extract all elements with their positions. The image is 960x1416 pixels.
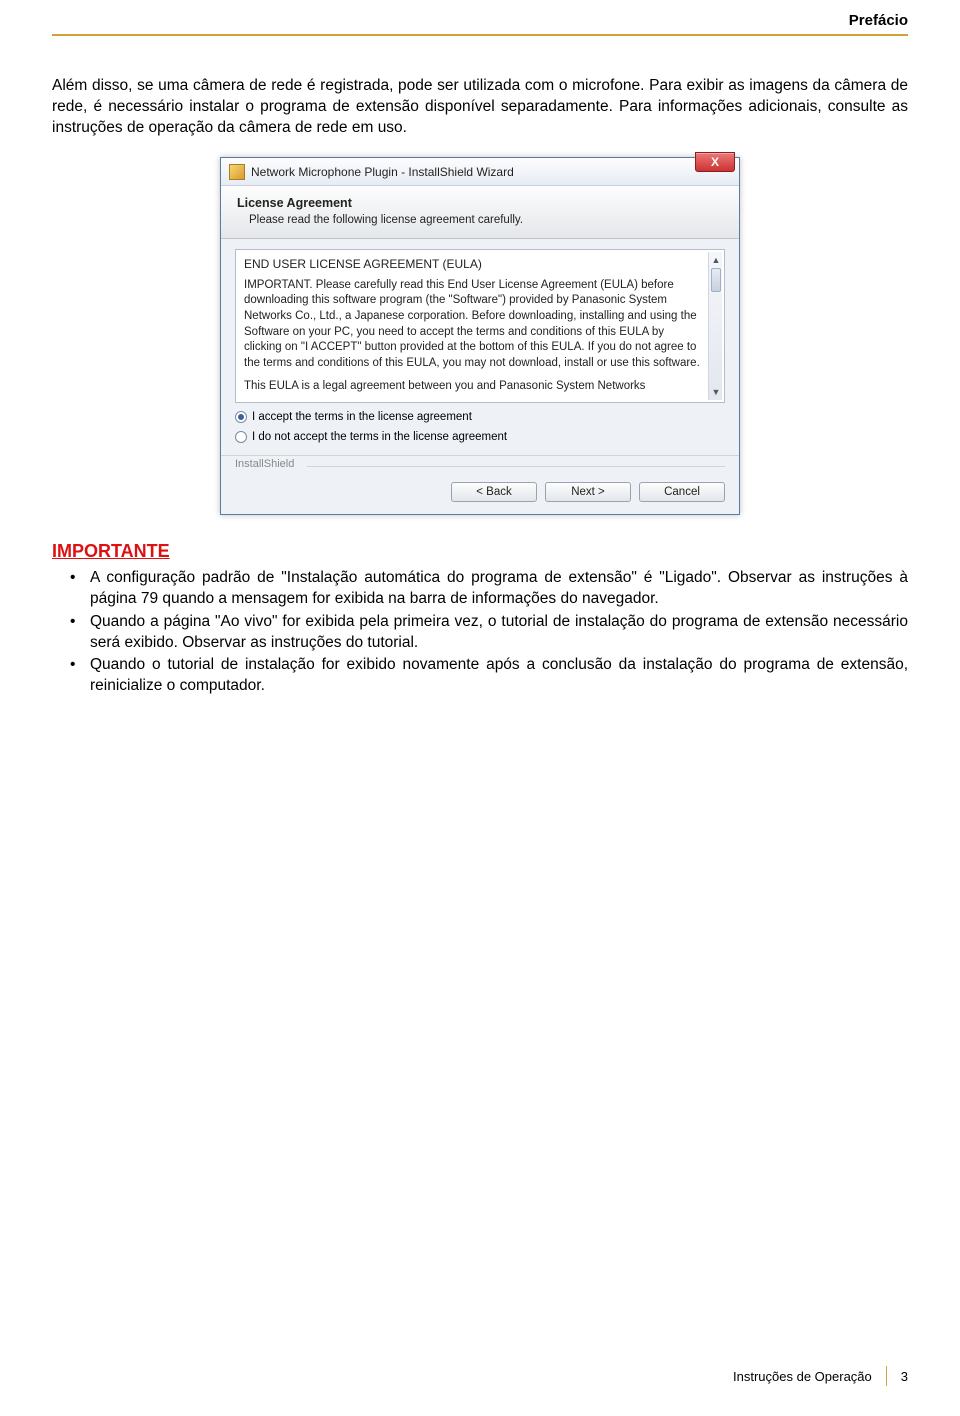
close-button[interactable]: X — [695, 152, 735, 172]
eula-heading: END USER LICENSE AGREEMENT (EULA) — [244, 256, 704, 272]
footer-label: Instruções de Operação — [733, 1369, 872, 1384]
scroll-thumb[interactable] — [711, 268, 721, 292]
dialog-titlebar: Network Microphone Plugin - InstallShiel… — [221, 158, 739, 186]
page-content: Além disso, se uma câmera de rede é regi… — [52, 76, 908, 699]
dialog-title: Network Microphone Plugin - InstallShiel… — [251, 165, 514, 179]
header-rule — [52, 34, 908, 36]
eula-textbox[interactable]: END USER LICENSE AGREEMENT (EULA) IMPORT… — [235, 249, 725, 403]
eula-scrollbar[interactable]: ▲ ▼ — [708, 252, 722, 400]
eula-tail-text: This EULA is a legal agreement between y… — [244, 379, 704, 395]
back-button[interactable]: < Back — [451, 482, 537, 502]
radio-accept-label: I accept the terms in the license agreem… — [252, 411, 472, 423]
footer-page-number: 3 — [901, 1369, 908, 1384]
dialog-banner: License Agreement Please read the follow… — [221, 186, 739, 239]
cancel-button[interactable]: Cancel — [639, 482, 725, 502]
list-item: A configuração padrão de "Instalação aut… — [90, 568, 908, 610]
banner-title: License Agreement — [237, 196, 723, 210]
intro-paragraph: Além disso, se uma câmera de rede é regi… — [52, 76, 908, 139]
radio-reject[interactable] — [235, 431, 247, 443]
eula-body-text: IMPORTANT. Please carefully read this En… — [244, 278, 704, 371]
page-footer: Instruções de Operação 3 — [733, 1366, 908, 1386]
list-item: Quando o tutorial de instalação for exib… — [90, 655, 908, 697]
important-list: A configuração padrão de "Instalação aut… — [52, 568, 908, 698]
radio-reject-row[interactable]: I do not accept the terms in the license… — [235, 431, 725, 443]
next-button[interactable]: Next > — [545, 482, 631, 502]
installer-icon — [229, 164, 245, 180]
banner-subtitle: Please read the following license agreem… — [237, 214, 723, 226]
scroll-down-icon[interactable]: ▼ — [711, 386, 721, 398]
dialog-body: END USER LICENSE AGREEMENT (EULA) IMPORT… — [221, 239, 739, 451]
dialog-button-row: < Back Next > Cancel — [221, 476, 739, 514]
important-section: IMPORTANTE A configuração padrão de "Ins… — [52, 541, 908, 698]
installshield-label: InstallShield — [221, 455, 739, 476]
dialog-screenshot: Network Microphone Plugin - InstallShiel… — [52, 157, 908, 515]
footer-separator — [886, 1366, 887, 1386]
page-header-section: Prefácio — [849, 12, 908, 29]
important-heading: IMPORTANTE — [52, 541, 908, 562]
list-item: Quando a página "Ao vivo" for exibida pe… — [90, 612, 908, 654]
radio-accept[interactable] — [235, 411, 247, 423]
radio-reject-label: I do not accept the terms in the license… — [252, 431, 507, 443]
scroll-up-icon[interactable]: ▲ — [711, 254, 721, 266]
installer-dialog: Network Microphone Plugin - InstallShiel… — [220, 157, 740, 515]
radio-accept-row[interactable]: I accept the terms in the license agreem… — [235, 411, 725, 423]
